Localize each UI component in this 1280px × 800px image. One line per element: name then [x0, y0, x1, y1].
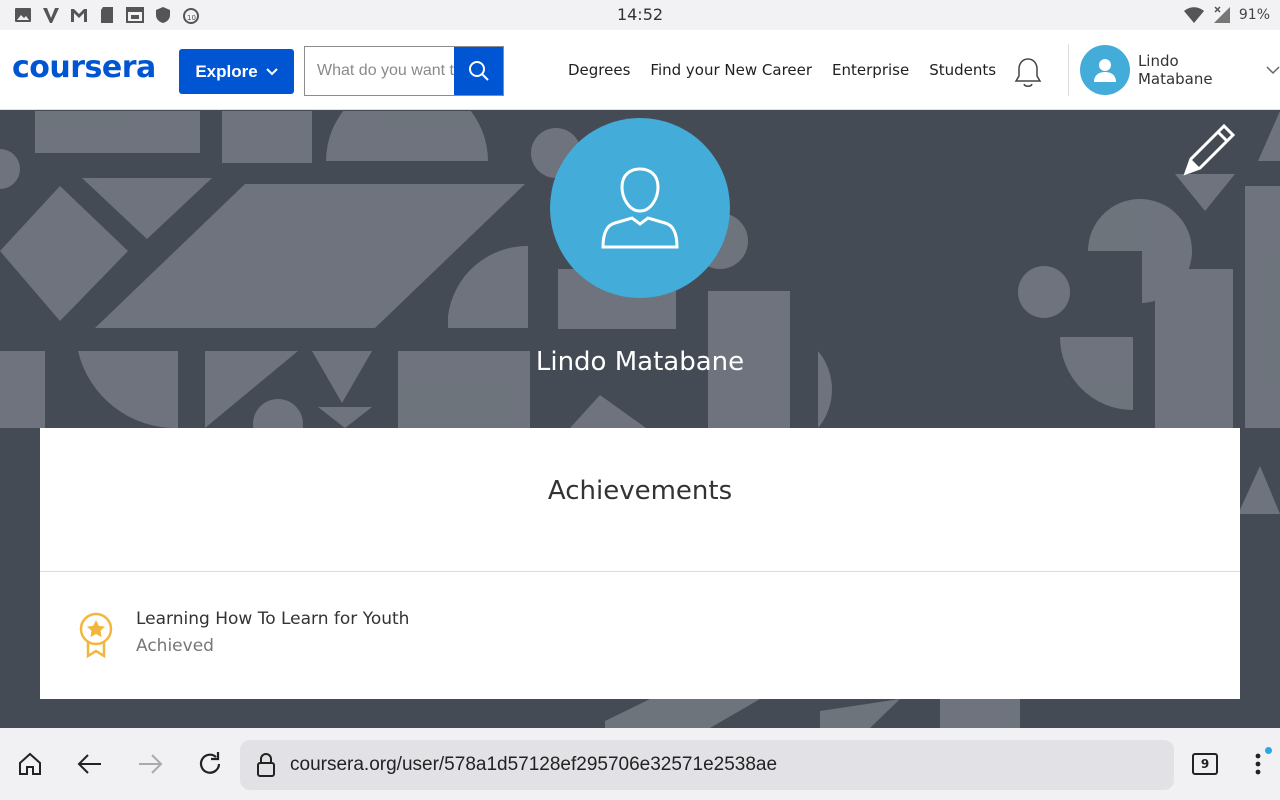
search-box [304, 46, 504, 96]
home-icon [19, 752, 41, 775]
achievement-status: Achieved [136, 636, 214, 656]
avatar [1080, 45, 1130, 95]
status-bar: 10 14:52 91% [0, 0, 1280, 30]
card-divider [40, 571, 1240, 572]
reload-icon [199, 752, 221, 774]
browser-toolbar: coursera.org/user/578a1d57128ef295706e32… [0, 728, 1280, 800]
chevron-down-icon [1266, 65, 1280, 74]
achievements-title: Achievements [547, 476, 733, 506]
battery-level: 91% [1238, 7, 1270, 23]
explore-button[interactable]: Explore [179, 49, 294, 94]
nav-link-find-career[interactable]: Find your New Career [650, 61, 812, 79]
user-icon [1093, 59, 1116, 82]
arrow-left-icon [77, 754, 101, 774]
user-outline-icon [601, 167, 679, 249]
search-button[interactable] [454, 47, 503, 95]
profile-avatar [550, 118, 730, 298]
achievements-card: Achievements Learning How To Learn for Y… [40, 428, 1240, 699]
clock: 14:52 [616, 5, 664, 24]
top-nav: coursera Explore Degrees Find your New C… [0, 30, 1280, 110]
search-input[interactable] [305, 47, 454, 95]
profile-banner: Lindo Matabane Achievements Learning How… [0, 111, 1280, 728]
chevron-down-icon [265, 67, 278, 75]
home-button[interactable] [14, 748, 46, 780]
achievement-name[interactable]: Learning How To Learn for Youth [136, 609, 409, 629]
arrow-right-icon [139, 754, 163, 774]
back-button[interactable] [74, 748, 106, 780]
more-vertical-icon [1255, 753, 1261, 775]
reload-button[interactable] [194, 748, 226, 780]
address-bar[interactable]: coursera.org/user/578a1d57128ef295706e32… [240, 740, 1174, 790]
nav-link-enterprise[interactable]: Enterprise [832, 61, 909, 79]
user-menu[interactable]: Lindo Matabane [1080, 45, 1280, 95]
wifi-icon [1183, 7, 1204, 23]
award-badge-icon [79, 612, 113, 659]
nav-link-degrees[interactable]: Degrees [568, 61, 630, 79]
update-indicator [1265, 747, 1272, 754]
user-name: Lindo Matabane [1137, 52, 1213, 88]
signal-icon [1213, 6, 1230, 23]
tab-switcher-button[interactable]: 9 [1192, 753, 1218, 775]
nav-link-students[interactable]: Students [929, 61, 996, 79]
profile-name: Lindo Matabane [535, 347, 745, 377]
nav-divider [1068, 44, 1069, 96]
lock-icon [257, 753, 275, 777]
search-icon [468, 61, 489, 81]
url-text: coursera.org/user/578a1d57128ef295706e32… [290, 754, 778, 775]
coursera-logo[interactable]: coursera [12, 50, 156, 85]
nav-links: Degrees Find your New Career Enterprise … [568, 61, 996, 79]
bell-icon[interactable] [1012, 56, 1044, 90]
forward-button[interactable] [134, 748, 166, 780]
status-bar-system: 91% [1183, 6, 1270, 24]
explore-label: Explore [195, 61, 258, 81]
pencil-icon[interactable] [1182, 121, 1238, 177]
